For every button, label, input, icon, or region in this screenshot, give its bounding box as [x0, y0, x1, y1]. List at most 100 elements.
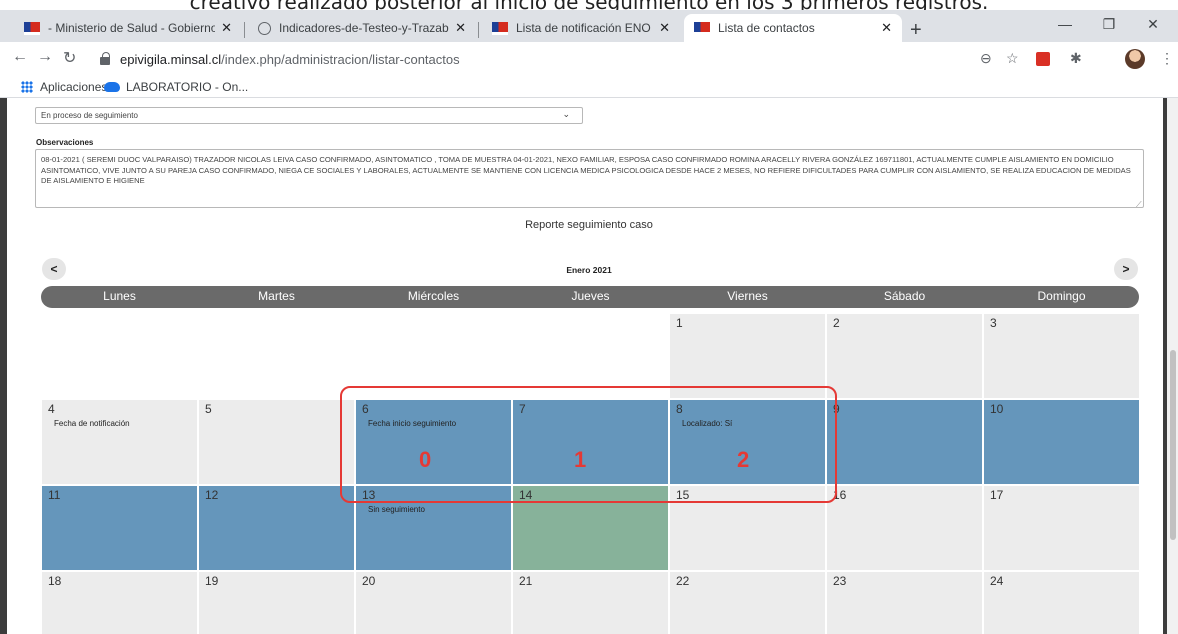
day-number: 11 [48, 488, 61, 502]
day-number: 21 [519, 574, 533, 588]
calendar-day-cell[interactable]: 3 [984, 314, 1139, 398]
apps-grid-icon [21, 81, 33, 93]
resize-grip-icon[interactable]: ⟋ [1136, 200, 1142, 210]
day-number: 3 [990, 316, 997, 330]
day-number: 12 [205, 488, 219, 502]
bookmark-label: Aplicaciones [40, 80, 108, 94]
close-icon[interactable]: ✕ [881, 20, 892, 36]
back-icon[interactable]: ← [12, 48, 28, 66]
day-number: 24 [990, 574, 1004, 588]
flag-icon [492, 21, 508, 35]
calendar-day-cell[interactable]: 5 [199, 400, 354, 484]
url-host: epivigila.minsal.cl [120, 51, 222, 67]
day-number: 22 [676, 574, 690, 588]
tab-lista-contactos[interactable]: Lista de contactos ✕ [684, 14, 902, 42]
calendar-day-cell[interactable]: 4 Fecha de notificación [42, 400, 197, 484]
day-number: 19 [205, 574, 219, 588]
bookmark-laboratorio[interactable]: LABORATORIO - On... [104, 80, 248, 94]
tab-divider [244, 22, 245, 38]
address-bar[interactable]: epivigila.minsal.cl /index.php/administr… [100, 46, 1100, 72]
next-month-button[interactable]: > [1114, 258, 1138, 280]
annotation-highlight-box [340, 386, 837, 503]
tab-title: Indicadores-de-Testeo-y-Trazabil [279, 21, 450, 35]
day-note: Sin seguimiento [368, 505, 425, 514]
annotation-label: 2 [737, 447, 750, 472]
tab-title: Lista de notificación ENO - SADE [516, 21, 653, 35]
tab-indicadores[interactable]: Indicadores-de-Testeo-y-Trazabil ✕ [248, 14, 476, 42]
calendar-day-cell[interactable]: 10 [984, 400, 1139, 484]
zoom-icon[interactable]: ⊖ [980, 50, 992, 67]
browser-tab-bar: - Ministerio de Salud - Gobierno ✕ Indic… [0, 10, 1178, 42]
calendar-day-cell[interactable]: 2 [827, 314, 982, 398]
report-title: Reporte seguimiento caso [525, 219, 653, 231]
calendar-day-cell[interactable]: 20 [356, 572, 511, 634]
day-number: 20 [362, 574, 376, 588]
tab-ministerio[interactable]: - Ministerio de Salud - Gobierno ✕ [14, 14, 242, 42]
reload-icon[interactable]: ↻ [63, 48, 76, 68]
weekday-label: Viernes [727, 289, 768, 303]
day-number: 2 [833, 316, 840, 330]
close-icon[interactable]: ✕ [455, 20, 466, 36]
calendar-day-cell[interactable]: 12 [199, 486, 354, 570]
observations-label: Observaciones [36, 138, 94, 147]
menu-icon[interactable]: ⋮ [1160, 50, 1174, 67]
star-icon[interactable]: ☆ [1006, 50, 1019, 67]
calendar-day-cell[interactable]: 23 [827, 572, 982, 634]
maximize-button[interactable]: ❐ [1087, 10, 1131, 38]
calendar-day-cell[interactable]: 16 [827, 486, 982, 570]
day-note: Fecha de notificación [54, 419, 130, 428]
url-path: /index.php/administracion/listar-contact… [221, 51, 460, 67]
flag-icon [24, 21, 40, 35]
status-select-value: En proceso de seguimiento [41, 111, 138, 120]
puzzle-icon[interactable]: ✱ [1070, 50, 1082, 67]
extension-icon[interactable] [1036, 52, 1050, 66]
bookmarks-bar: Aplicaciones LABORATORIO - On... [0, 76, 1178, 98]
browser-toolbar: ← → ↻ epivigila.minsal.cl /index.php/adm… [0, 42, 1178, 76]
weekday-label: Sábado [883, 289, 926, 303]
day-number: 5 [205, 402, 212, 416]
minimize-button[interactable]: — [1043, 10, 1087, 38]
new-tab-button[interactable]: + [910, 20, 922, 40]
status-select[interactable]: En proceso de seguimiento ⌄ [35, 107, 583, 124]
flag-icon [694, 21, 710, 35]
weekday-label: Lunes [103, 289, 136, 303]
annotation-label: 0 [419, 447, 432, 472]
day-number: 17 [990, 488, 1004, 502]
calendar-day-cell[interactable]: 18 [42, 572, 197, 634]
bookmark-label: LABORATORIO - On... [126, 80, 249, 94]
day-number: 10 [990, 402, 1004, 416]
calendar-empty-cell [199, 314, 354, 398]
avatar[interactable] [1125, 49, 1145, 69]
forward-icon[interactable]: → [37, 48, 53, 66]
calendar-day-cell[interactable]: 22 [670, 572, 825, 634]
weekday-label: Domingo [1037, 289, 1086, 303]
page-left-edge [0, 98, 7, 634]
calendar-empty-cell [42, 314, 197, 398]
observations-textarea[interactable]: 08-01-2021 ( SEREMI DUOC VALPARAISO) TRA… [35, 149, 1144, 208]
bookmark-apps[interactable]: Aplicaciones [21, 80, 107, 94]
tab-title: - Ministerio de Salud - Gobierno [48, 21, 216, 35]
calendar-day-cell[interactable]: 11 [42, 486, 197, 570]
lock-icon [100, 52, 110, 65]
tab-divider [478, 22, 479, 38]
tab-title: Lista de contactos [718, 21, 815, 35]
calendar-day-cell[interactable]: 17 [984, 486, 1139, 570]
day-number: 4 [48, 402, 55, 416]
weekday-label: Jueves [571, 289, 610, 303]
calendar-day-cell[interactable]: 9 [827, 400, 982, 484]
close-window-button[interactable]: ✕ [1131, 10, 1175, 38]
scrollbar-thumb[interactable] [1170, 350, 1176, 540]
annotation-label: 1 [574, 447, 587, 472]
weekday-label: Martes [258, 289, 295, 303]
close-icon[interactable]: ✕ [659, 20, 670, 36]
calendar-day-cell[interactable]: 21 [513, 572, 668, 634]
close-icon[interactable]: ✕ [221, 20, 232, 36]
day-number: 1 [676, 316, 683, 330]
calendar-day-cell[interactable]: 24 [984, 572, 1139, 634]
chevron-down-icon: ⌄ [562, 109, 570, 119]
day-number: 18 [48, 574, 62, 588]
calendar-day-cell[interactable]: 19 [199, 572, 354, 634]
tab-lista-notificacion[interactable]: Lista de notificación ENO - SADE ✕ [482, 14, 680, 42]
globe-icon [258, 21, 271, 35]
month-title: Enero 2021 [566, 265, 612, 275]
